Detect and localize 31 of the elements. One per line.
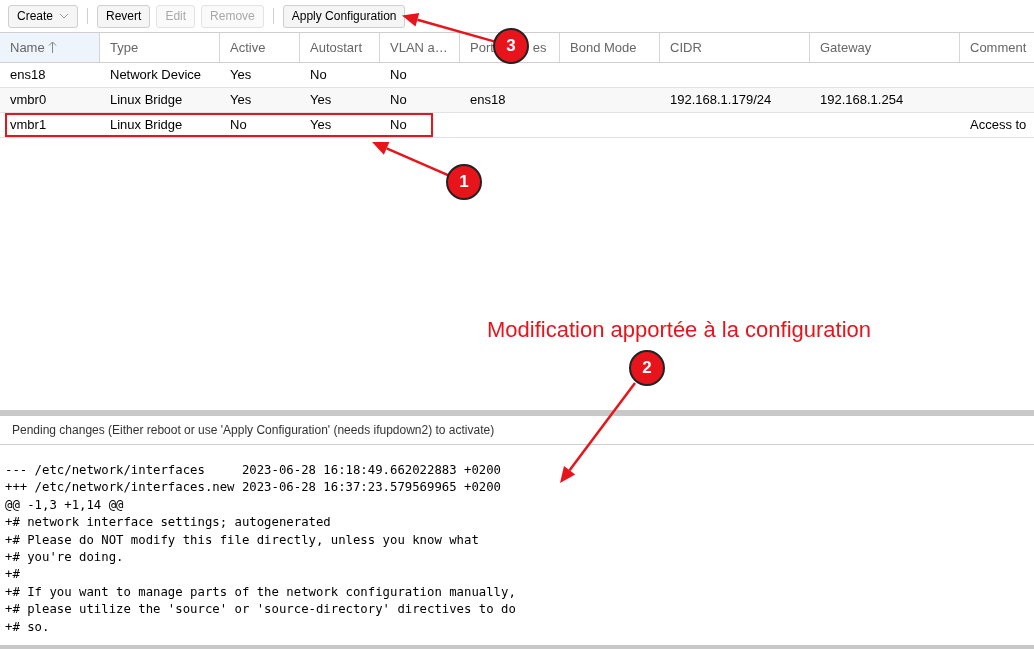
table-cell-text: ens18 bbox=[470, 91, 506, 110]
create-dropdown-button[interactable]: Create bbox=[8, 4, 79, 28]
table-cell-text: Yes bbox=[230, 66, 252, 85]
table-cell-text: Yes bbox=[310, 91, 332, 110]
toolbar-button[interactable]: Apply Configuration bbox=[282, 4, 406, 28]
toolbar-button[interactable]: Revert bbox=[97, 4, 151, 28]
sort-ascending-icon bbox=[47, 41, 57, 54]
table-cell-text: No bbox=[390, 116, 407, 135]
table-row[interactable]: vmbr1 Linux Bridge No Yes No Access to bbox=[0, 113, 1034, 138]
table-row[interactable]: vmbr0 Linux Bridge Yes Yes No ens18 192.168.1.179/24 192.168.1.254 bbox=[0, 88, 1034, 113]
number-badge: 1 bbox=[446, 164, 482, 200]
number-badge: 2 bbox=[629, 350, 665, 386]
table-cell-text: Linux Bridge bbox=[110, 116, 183, 135]
diff-text: --- /etc/network/interfaces 2023-06-28 16:18:49.662022883 +0200 +++ /etc/network/interfaces.new 2023-06-28 16:37:23.579569965 +0200 @@ -1,3 +1,14 @@ +# network interface settings; autogenerated +# Please do NOT modify this file directly, unless you know what +# you're doing. +# +# If you want to manage parts of the network configuration manually, +# please utilize the 'source' or 'source-directory' directives to do +# so. bbox=[4, 462, 517, 636]
table-cell-text: No bbox=[390, 91, 407, 110]
table-cell-text: ens18 bbox=[10, 66, 46, 85]
table-cell-text: No bbox=[230, 116, 247, 135]
table-cell-text: vmbr0 bbox=[10, 91, 47, 110]
table-cell-text: No bbox=[390, 66, 407, 85]
panel-title: Pending changes (Either reboot or use 'Apply Configuration' (needs ifupdown2) to activate) bbox=[0, 416, 1034, 445]
table-cell-text: 192.168.1.179/24 bbox=[670, 91, 772, 110]
table-cell-text: Yes bbox=[310, 116, 332, 135]
table-cell-text: Network Device bbox=[110, 66, 202, 85]
table-cell-text: No bbox=[310, 66, 327, 85]
table-cell-text: 192.168.1.254 bbox=[820, 91, 904, 110]
table-cell-text: Access to bbox=[970, 116, 1027, 135]
table-cell-text: vmbr1 bbox=[10, 116, 47, 135]
annotation-caption: Modification apportée à la configuration bbox=[487, 316, 872, 344]
column-header[interactable]: Name bbox=[0, 33, 100, 62]
table-cell-text: Yes bbox=[230, 91, 252, 110]
table-cell-text: Linux Bridge bbox=[110, 91, 183, 110]
